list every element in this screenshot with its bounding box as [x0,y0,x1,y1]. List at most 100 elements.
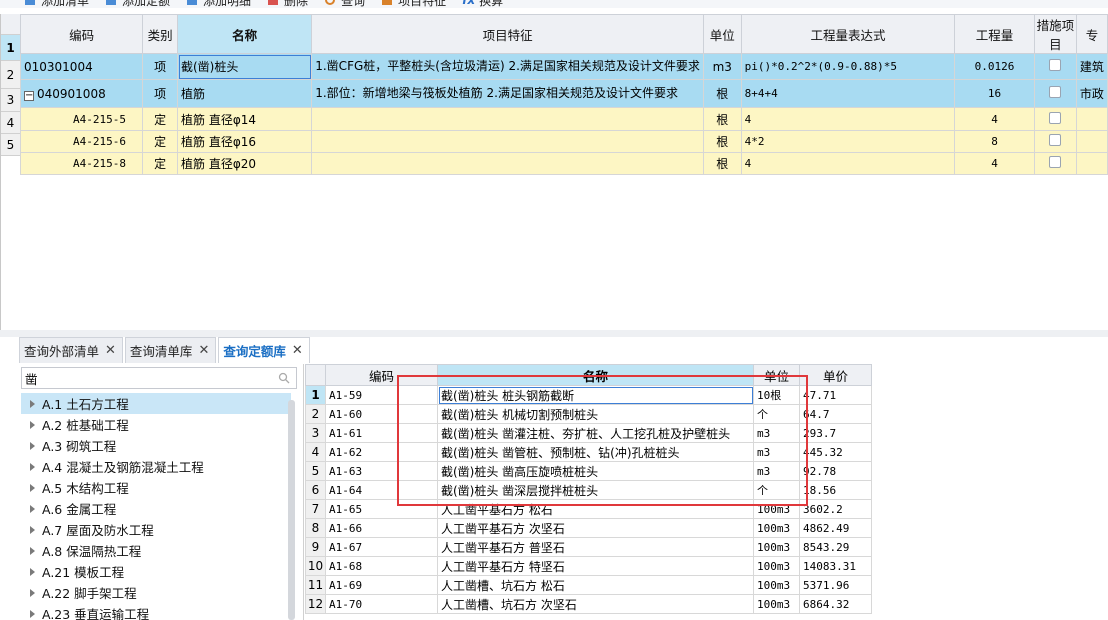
col-header-type[interactable]: 类别 [142,14,178,54]
col-header-feature[interactable]: 项目特征 [311,14,704,54]
cell-expr[interactable]: 8+4+4 [740,79,956,108]
tab-quota-library[interactable]: 查询定额库 ✕ [218,337,310,363]
cell-type[interactable]: 定 [142,152,178,175]
cell-measure[interactable] [1033,107,1077,131]
cell-qty[interactable]: 4 [954,152,1035,175]
expand-arrow-icon[interactable] [30,546,35,555]
cell-type[interactable]: 定 [142,130,178,153]
cell-expr[interactable]: 4 [740,107,956,131]
delete-button[interactable]: 删除 [267,0,308,8]
expand-arrow-icon[interactable] [30,525,35,534]
measure-checkbox[interactable] [1049,134,1062,146]
cell-measure[interactable] [1033,130,1077,153]
add-list-button[interactable]: 添加清单 [24,0,89,8]
row-number[interactable]: 1 [1,35,20,61]
expand-arrow-icon[interactable] [30,504,35,513]
tree-scrollbar[interactable] [288,400,295,620]
cell-qty[interactable]: 8 [954,130,1035,153]
cell-type[interactable]: 项 [142,53,178,80]
table-row[interactable]: 11 A1-69 人工凿槽、坑石方 松石 100m3 5371.96 [305,575,872,595]
cell-code[interactable]: −040901008 [19,79,144,108]
expand-arrow-icon[interactable] [30,609,35,618]
measure-checkbox[interactable] [1049,59,1062,71]
add-quota-button[interactable]: 添加定额 [105,0,170,8]
expand-arrow-icon[interactable] [30,483,35,492]
pane-splitter[interactable] [0,330,1108,337]
table-row[interactable]: A4-215-5 定 植筋 直径φ14 根 4 4 [19,107,1108,131]
col-header-spec[interactable]: 专 [1075,14,1108,54]
search-icon[interactable] [278,372,290,384]
cell-unit[interactable]: 根 [702,107,742,131]
tree-item[interactable]: A.1 土石方工程 [21,393,291,414]
search-input[interactable] [21,367,297,389]
cell-code[interactable]: 010301004 [19,53,144,80]
expand-arrow-icon[interactable] [30,462,35,471]
cell-expr[interactable]: 4*2 [740,130,956,153]
cell-name[interactable]: 截(凿)桩头 [176,53,313,80]
table-row[interactable]: A4-215-6 定 植筋 直径φ16 根 4*2 8 [19,130,1108,153]
table-row[interactable]: 6 A1-64 截(凿)桩头 凿深层搅拌桩桩头 个 18.56 [305,480,872,500]
cell-name[interactable]: 植筋 直径φ14 [176,107,313,131]
cell-unit[interactable]: m3 [702,53,742,80]
cell-unit[interactable]: 根 [702,79,742,108]
tree-item[interactable]: A.22 脚手架工程 [21,582,291,603]
table-row[interactable]: 1 A1-59 截(凿)桩头 桩头钢筋截断 10根 47.71 [305,385,872,405]
tab-list-library[interactable]: 查询清单库 ✕ [124,337,217,363]
tree-item[interactable]: A.3 砌筑工程 [21,435,291,456]
col-header-price[interactable]: 单价 [799,364,872,386]
close-icon[interactable]: ✕ [292,343,303,358]
cell-feature[interactable] [311,152,704,175]
tree-item[interactable]: A.8 保温隔热工程 [21,540,291,561]
measure-checkbox[interactable] [1049,111,1062,124]
cell-feature[interactable]: 1.部位：新增地梁与筏板处植筋 2.满足国家相关规范及设计文件要求 [311,79,704,108]
cell-code[interactable]: A4-215-8 [19,152,144,175]
cell-name[interactable]: 植筋 直径φ16 [176,130,313,153]
expand-arrow-icon[interactable] [30,588,35,597]
col-header-code[interactable]: 编码 [19,14,144,54]
tree-item[interactable]: A.21 模板工程 [21,561,291,582]
col-header-unit[interactable]: 单位 [753,364,800,386]
expand-arrow-icon[interactable] [30,420,35,429]
row-number[interactable]: 2 [1,61,20,89]
row-number[interactable]: 5 [1,134,20,156]
table-row[interactable]: 12 A1-70 人工凿槽、坑石方 次坚石 100m3 6864.32 [305,594,872,614]
row-number[interactable]: 3 [1,89,20,112]
collapse-icon[interactable]: − [24,90,34,101]
cell-measure[interactable] [1033,53,1077,80]
close-icon[interactable]: ✕ [105,343,116,358]
col-header-qty[interactable]: 工程量 [954,14,1035,54]
cell-feature[interactable] [311,130,704,153]
cell-spec[interactable] [1075,130,1108,153]
table-row[interactable]: 8 A1-66 人工凿平基石方 次坚石 100m3 4862.49 [305,518,872,538]
cell-spec[interactable]: 建筑 [1075,53,1108,80]
cell-expr[interactable]: 4 [740,152,956,175]
cell-spec[interactable] [1075,107,1108,131]
col-header-code[interactable]: 编码 [325,364,438,386]
expand-arrow-icon[interactable] [30,399,35,408]
table-row[interactable]: 010301004 项 截(凿)桩头 1.凿CFG桩，平整桩头(含垃圾清运) 2… [19,53,1108,80]
table-row[interactable]: −040901008 项 植筋 1.部位：新增地梁与筏板处植筋 2.满足国家相关… [19,79,1108,108]
cell-expr[interactable]: pi()*0.2^2*(0.9-0.88)*5 [740,53,956,80]
cell-feature[interactable]: 1.凿CFG桩，平整桩头(含垃圾清运) 2.满足国家相关规范及设计文件要求 [311,53,704,80]
tree-item[interactable]: A.2 桩基础工程 [21,414,291,435]
cell-type[interactable]: 项 [142,79,178,108]
table-row[interactable]: 3 A1-61 截(凿)桩头 凿灌注桩、夯扩桩、人工挖孔桩及护壁桩头 m3 29… [305,423,872,443]
col-header-name[interactable]: 名称 [437,364,754,386]
table-row[interactable]: 7 A1-65 人工凿平基石方 松石 100m3 3602.2 [305,499,872,519]
cell-measure[interactable] [1033,152,1077,175]
table-row[interactable]: 9 A1-67 人工凿平基石方 普坚石 100m3 8543.29 [305,537,872,557]
cell-unit[interactable]: 根 [702,130,742,153]
cell-code[interactable]: A4-215-6 [19,130,144,153]
cell-spec[interactable] [1075,152,1108,175]
expand-arrow-icon[interactable] [30,441,35,450]
cell-unit[interactable]: 根 [702,152,742,175]
tree-item[interactable]: A.5 木结构工程 [21,477,291,498]
table-row[interactable]: A4-215-8 定 植筋 直径φ20 根 4 4 [19,152,1108,175]
table-row[interactable]: 5 A1-63 截(凿)桩头 凿高压旋喷桩桩头 m3 92.78 [305,461,872,481]
add-detail-button[interactable]: 添加明细 [186,0,251,8]
cell-feature[interactable] [311,107,704,131]
cell-qty[interactable]: 0.0126 [954,53,1035,80]
expand-arrow-icon[interactable] [30,567,35,576]
measure-checkbox[interactable] [1049,156,1062,168]
cell-name[interactable]: 植筋 [176,79,313,108]
